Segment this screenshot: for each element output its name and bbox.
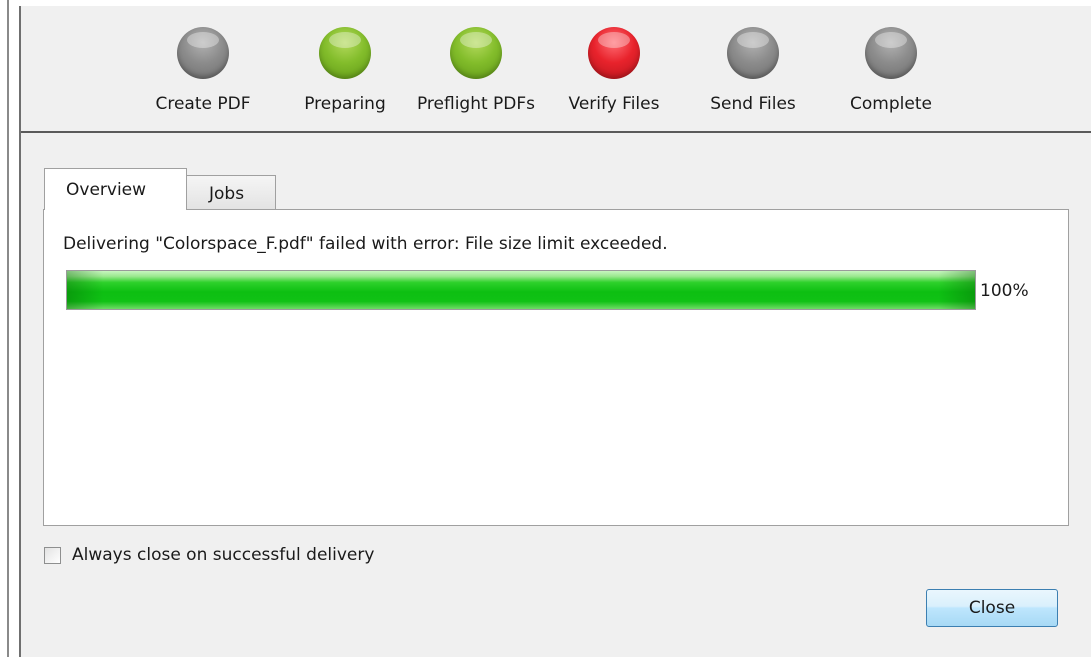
overview-panel: Delivering "Colorspace_F.pdf" failed wit… [43, 209, 1069, 526]
status-orb-icon [727, 27, 779, 79]
step-create-pdf: Create PDF [143, 6, 263, 131]
step-label: Complete [850, 94, 932, 114]
status-orb-icon [319, 27, 371, 79]
step-label: Create PDF [155, 94, 251, 114]
step-label: Preparing [304, 94, 386, 114]
always-close-checkbox[interactable] [44, 547, 61, 564]
window-border-line [7, 0, 9, 657]
status-orb-icon [588, 27, 640, 79]
progress-fill [67, 271, 975, 309]
progress-bar [66, 270, 976, 310]
progress-percent: 100% [980, 281, 1029, 301]
status-orb-icon [865, 27, 917, 79]
step-complete: Complete [831, 6, 951, 131]
status-steps: Create PDF Preparing Preflight PDFs Veri… [21, 6, 1091, 133]
step-label: Send Files [710, 94, 796, 114]
delivery-dialog: Create PDF Preparing Preflight PDFs Veri… [19, 6, 1091, 657]
tab-jobs[interactable]: Jobs [186, 175, 276, 210]
step-label: Preflight PDFs [416, 94, 536, 114]
status-orb-icon [177, 27, 229, 79]
step-verify-files: Verify Files [554, 6, 674, 131]
step-send-files: Send Files [693, 6, 813, 131]
always-close-label[interactable]: Always close on successful delivery [72, 545, 374, 565]
status-orb-icon [450, 27, 502, 79]
step-preflight-pdfs: Preflight PDFs [416, 6, 536, 131]
window-border [0, 0, 19, 657]
delivery-status-message: Delivering "Colorspace_F.pdf" failed wit… [63, 234, 668, 254]
tab-overview[interactable]: Overview [44, 168, 187, 210]
close-button[interactable]: Close [926, 589, 1058, 627]
step-preparing: Preparing [285, 6, 405, 131]
step-label: Verify Files [568, 94, 660, 114]
